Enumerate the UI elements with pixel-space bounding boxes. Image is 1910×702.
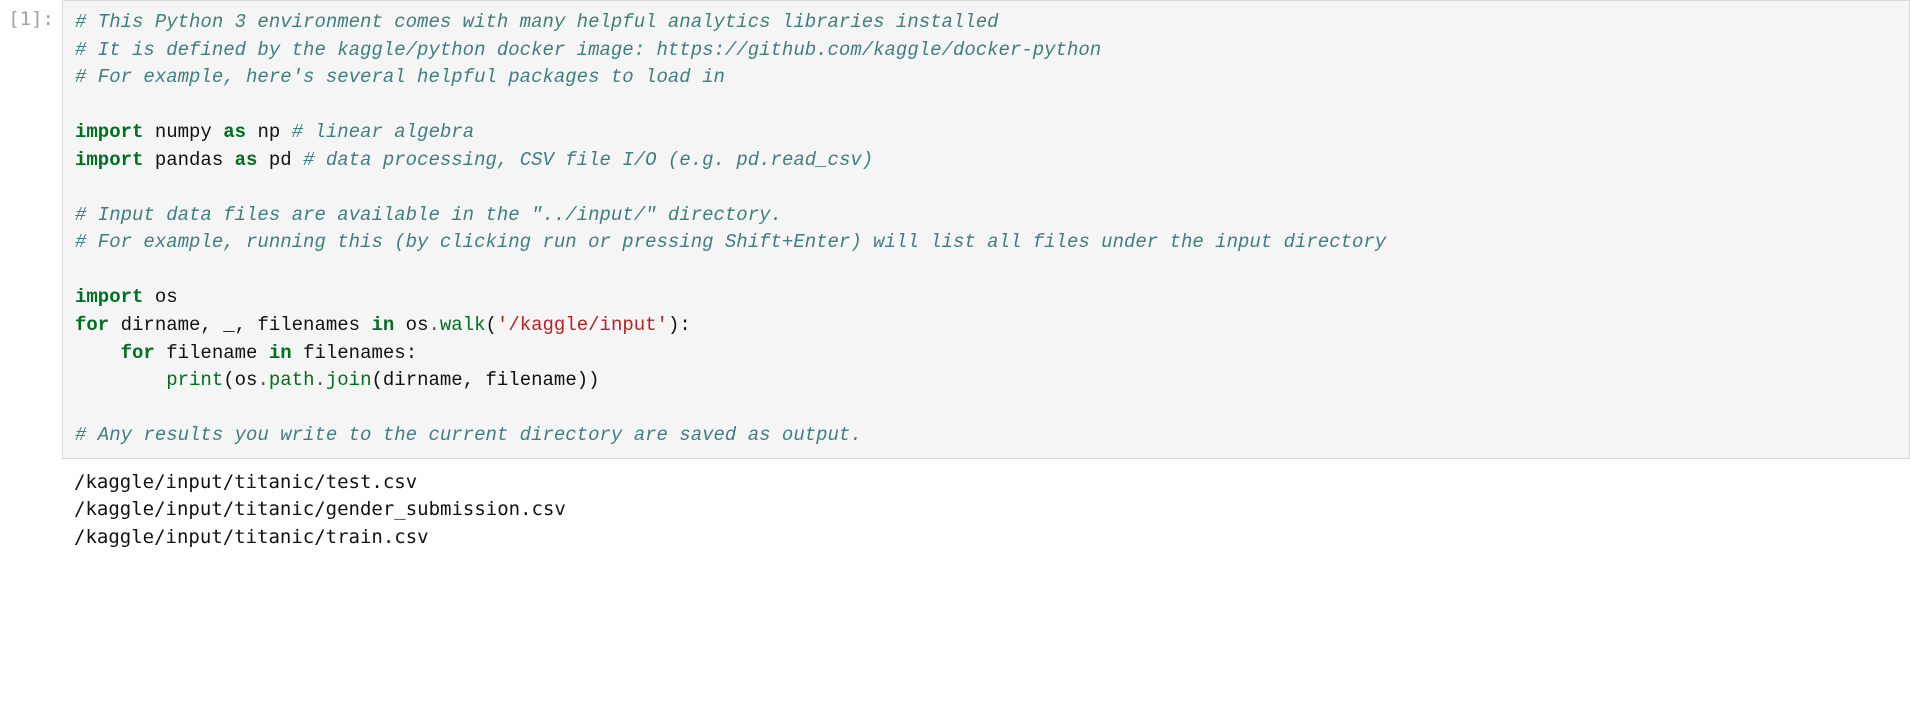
code-token: # Input data files are available in the … bbox=[75, 204, 782, 226]
code-token: in bbox=[269, 342, 292, 364]
code-input-area[interactable]: # This Python 3 environment comes with m… bbox=[62, 0, 1910, 459]
code-token: as bbox=[223, 121, 246, 143]
code-token: # For example, running this (by clicking… bbox=[75, 231, 1386, 253]
code-token: in bbox=[371, 314, 394, 336]
code-token: import bbox=[75, 121, 143, 143]
code-token: # data processing, CSV file I/O (e.g. pd… bbox=[303, 149, 873, 171]
code-token: print bbox=[166, 369, 223, 391]
code-token: join bbox=[326, 369, 372, 391]
output-cell: [1]: /kaggle/input/titanic/test.csv /kag… bbox=[0, 459, 1910, 552]
code-token: # For example, here's several helpful pa… bbox=[75, 66, 725, 88]
execution-count-prompt: [1]: bbox=[0, 0, 62, 30]
code-token: . bbox=[429, 314, 440, 336]
code-token: for bbox=[75, 314, 109, 336]
code-token: # It is defined by the kaggle/python doc… bbox=[75, 39, 1101, 61]
code-token: walk bbox=[440, 314, 486, 336]
code-token: # Any results you write to the current d… bbox=[75, 424, 862, 446]
code-cell: [1]: # This Python 3 environment comes w… bbox=[0, 0, 1910, 459]
code-token: # This Python 3 environment comes with m… bbox=[75, 11, 999, 33]
code-token: . bbox=[257, 369, 268, 391]
code-token: path bbox=[269, 369, 315, 391]
code-token: . bbox=[314, 369, 325, 391]
code-token: import bbox=[75, 286, 143, 308]
code-token: import bbox=[75, 149, 143, 171]
code-token: as bbox=[235, 149, 258, 171]
stdout-output: /kaggle/input/titanic/test.csv /kaggle/i… bbox=[62, 459, 1910, 552]
code-token: # linear algebra bbox=[292, 121, 474, 143]
code-token: '/kaggle/input' bbox=[497, 314, 668, 336]
code-token: for bbox=[121, 342, 155, 364]
